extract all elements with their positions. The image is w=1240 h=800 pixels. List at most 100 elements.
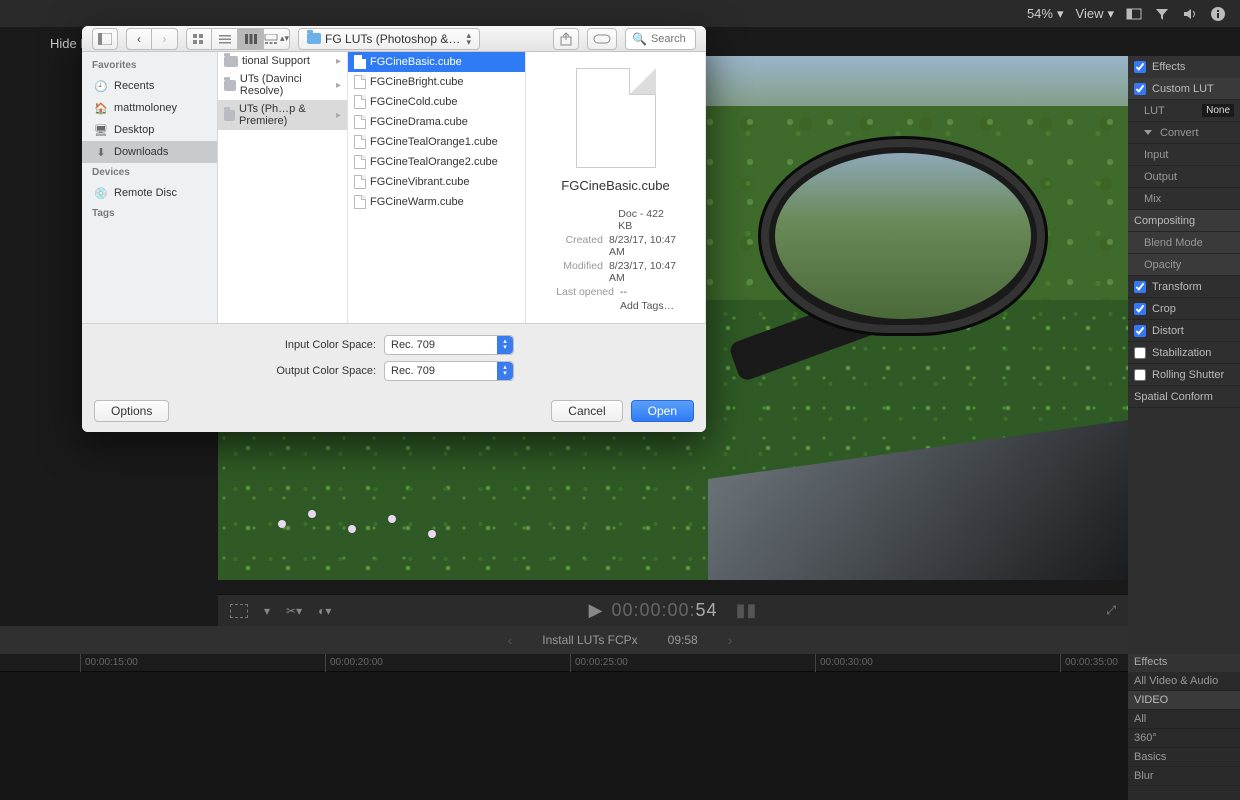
fullscreen-icon[interactable]: ⤢ — [1106, 603, 1116, 618]
folder-row[interactable]: UTs (Davinci Resolve)▸ — [218, 70, 347, 100]
back-button[interactable]: ‹ — [126, 28, 152, 50]
inspector-row[interactable]: Blend Mode — [1128, 232, 1240, 254]
play-icon[interactable]: ▶ — [589, 600, 604, 621]
search-field[interactable]: 🔍 — [625, 28, 696, 50]
row-checkbox[interactable] — [1134, 281, 1146, 293]
disc-icon: 💿 — [94, 186, 108, 200]
next-clip-button[interactable]: › — [728, 632, 733, 648]
options-button[interactable]: Options — [94, 400, 169, 422]
sidebar-home[interactable]: 🏠mattmoloney — [82, 97, 217, 119]
icon-view-button[interactable] — [186, 28, 212, 50]
ruler-tick: 00:00:15:00 — [80, 654, 138, 672]
inspector-row[interactable]: Convert — [1128, 122, 1240, 144]
inspector-row[interactable]: Input — [1128, 144, 1240, 166]
forward-button[interactable]: › — [152, 28, 178, 50]
file-row[interactable]: FGCineBright.cube — [348, 72, 525, 92]
inspector-row[interactable]: Custom LUT — [1128, 78, 1240, 100]
file-row[interactable]: FGCineCold.cube — [348, 92, 525, 112]
filter-icon[interactable] — [1154, 6, 1170, 22]
inspector-row[interactable]: Rolling Shutter — [1128, 364, 1240, 386]
file-row[interactable]: FGCineTealOrange2.cube — [348, 152, 525, 172]
fx-category-row[interactable]: All Video & Audio — [1128, 672, 1240, 691]
sidebar-downloads[interactable]: ⬇Downloads — [82, 141, 217, 163]
inspector-row[interactable]: Opacity — [1128, 254, 1240, 276]
finder-column-2: FGCineBasic.cubeFGCineBright.cubeFGCineC… — [348, 52, 526, 323]
cancel-button[interactable]: Cancel — [551, 400, 622, 422]
path-label: FG LUTs (Photoshop &… — [325, 32, 460, 46]
row-checkbox[interactable] — [1134, 369, 1146, 381]
row-value[interactable]: None — [1202, 104, 1234, 117]
zoom-dropdown[interactable]: 54%▾ — [1027, 6, 1064, 22]
fx-category-row[interactable]: All — [1128, 710, 1240, 729]
row-checkbox[interactable] — [1134, 303, 1146, 315]
timeline-ruler[interactable]: 00:00:15:00 00:00:20:00 00:00:25:00 00:0… — [0, 654, 1128, 672]
fx-category-row[interactable]: 360° — [1128, 729, 1240, 748]
inspector-row[interactable]: Transform — [1128, 276, 1240, 298]
path-dropdown[interactable]: FG LUTs (Photoshop &… ▴▾ — [298, 28, 480, 50]
app-topbar: 54%▾ View▾ — [0, 0, 1240, 27]
row-label: Convert — [1160, 127, 1199, 139]
inspector-row[interactable]: Crop — [1128, 298, 1240, 320]
tags-header: Tags — [82, 204, 217, 223]
fx-category-row[interactable]: Basics — [1128, 748, 1240, 767]
search-input[interactable] — [651, 33, 689, 45]
inspector-row[interactable]: Output — [1128, 166, 1240, 188]
input-colorspace-select[interactable]: Rec. 709▴▾ — [384, 335, 514, 355]
inspector-row[interactable]: Spatial Conform — [1128, 386, 1240, 408]
row-label: Blend Mode — [1144, 237, 1203, 249]
info-icon[interactable] — [1210, 6, 1226, 22]
row-checkbox[interactable] — [1134, 325, 1146, 337]
speaker-icon[interactable] — [1182, 6, 1198, 22]
inspector-row[interactable]: LUTNone — [1128, 100, 1240, 122]
file-row[interactable]: FGCineVibrant.cube — [348, 172, 525, 192]
dialog-options-area: Input Color Space: Rec. 709▴▾ Output Col… — [82, 323, 706, 392]
share-button[interactable] — [553, 28, 579, 50]
inspector-row[interactable]: Compositing — [1128, 210, 1240, 232]
file-row[interactable]: FGCineWarm.cube — [348, 192, 525, 212]
fx-category-row[interactable]: Blur — [1128, 767, 1240, 786]
clip-appearance-icon[interactable]: ◐▾ — [318, 604, 331, 618]
file-row[interactable]: FGCineTealOrange1.cube — [348, 132, 525, 152]
list-view-button[interactable] — [212, 28, 238, 50]
library-icon[interactable] — [1126, 6, 1142, 22]
folder-icon — [307, 33, 321, 44]
finder-preview-column: FGCineBasic.cube Doc - 422 KB Created8/2… — [526, 52, 706, 323]
row-label: Compositing — [1134, 215, 1195, 227]
add-tags-link[interactable]: Add Tags… — [620, 300, 674, 312]
disclosure-triangle-icon[interactable] — [1144, 130, 1152, 135]
gallery-view-button[interactable]: ▴▾ — [264, 28, 290, 50]
sidebar-toggle-button[interactable] — [92, 28, 118, 50]
effects-toggle[interactable] — [1134, 61, 1146, 73]
row-checkbox[interactable] — [1134, 347, 1146, 359]
column-view-button[interactable] — [238, 28, 264, 50]
fx-category-row[interactable]: VIDEO — [1128, 691, 1240, 710]
inspector-row[interactable]: Mix — [1128, 188, 1240, 210]
timeline[interactable]: 00:00:15:00 00:00:20:00 00:00:25:00 00:0… — [0, 654, 1128, 800]
effects-header-label: Effects — [1152, 61, 1185, 73]
ruler-tick: 00:00:30:00 — [815, 654, 873, 672]
folder-row[interactable]: tional Support▸ — [218, 52, 347, 70]
sidebar-recents[interactable]: 🕘Recents — [82, 75, 217, 97]
frame-tool-icon[interactable] — [230, 604, 248, 618]
retime-icon[interactable]: ✂︎▾ — [286, 604, 302, 618]
sidebar-remote-disc[interactable]: 💿Remote Disc — [82, 182, 217, 204]
timecode: 00:00:00:54 — [611, 600, 717, 621]
output-colorspace-select[interactable]: Rec. 709▴▾ — [384, 361, 514, 381]
prev-clip-button[interactable]: ‹ — [508, 632, 513, 648]
row-label: Transform — [1152, 281, 1202, 293]
tags-button[interactable] — [587, 28, 617, 50]
chevron-down-icon: ▾ — [1107, 6, 1114, 22]
downloads-icon: ⬇ — [94, 145, 108, 159]
open-button[interactable]: Open — [631, 400, 694, 422]
row-checkbox[interactable] — [1134, 83, 1146, 95]
zoom-value: 54% — [1027, 6, 1053, 21]
file-row[interactable]: FGCineBasic.cube — [348, 52, 525, 72]
inspector-effects-header[interactable]: Effects — [1128, 56, 1240, 78]
sidebar-desktop[interactable]: 🖥Desktop — [82, 119, 217, 141]
file-row[interactable]: FGCineDrama.cube — [348, 112, 525, 132]
inspector-row[interactable]: Stabilization — [1128, 342, 1240, 364]
inspector-row[interactable]: Distort — [1128, 320, 1240, 342]
folder-row[interactable]: UTs (Ph…p & Premiere)▸ — [218, 100, 347, 130]
view-dropdown[interactable]: View▾ — [1076, 6, 1114, 22]
chevron-down-icon[interactable]: ▾ — [264, 604, 270, 618]
